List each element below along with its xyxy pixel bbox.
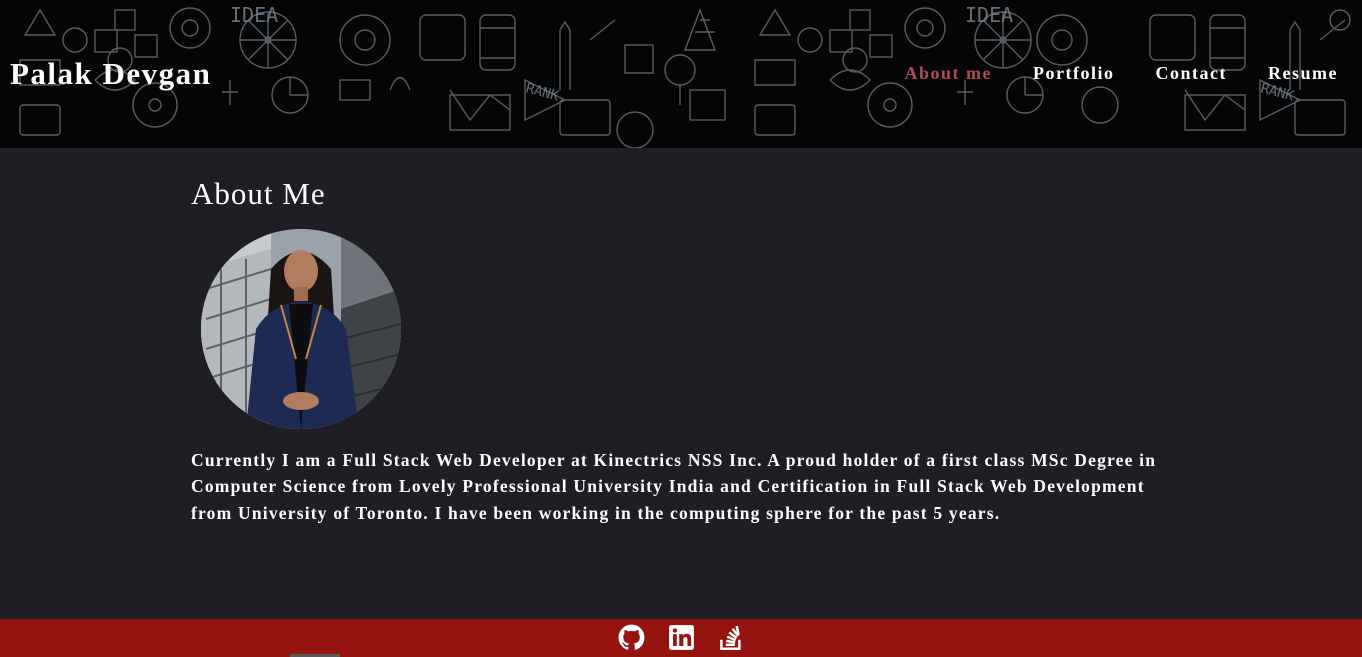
site-brand[interactable]: Palak Devgan (10, 54, 211, 94)
doodle-word: RANK (524, 80, 561, 104)
nav-portfolio[interactable]: Portfolio (1033, 62, 1114, 84)
profile-photo (201, 229, 401, 429)
social-links (618, 624, 745, 651)
doodle-word: IDEA (230, 3, 278, 27)
page-title: About Me (191, 176, 326, 211)
github-icon[interactable] (618, 624, 645, 651)
linkedin-icon[interactable] (668, 624, 695, 651)
stack-overflow-icon[interactable] (718, 624, 745, 651)
main-nav: About me Portfolio Contact Resume (864, 62, 1338, 84)
site-footer (0, 619, 1362, 657)
bio-paragraph: Currently I am a Full Stack Web Develope… (191, 450, 1157, 523)
nav-about-me[interactable]: About me (905, 62, 993, 84)
site-header: IDEA RANK IDEA RANK Palak Devgan About m… (0, 0, 1362, 148)
doodle-word: IDEA (965, 3, 1013, 27)
nav-contact[interactable]: Contact (1156, 62, 1228, 84)
nav-resume[interactable]: Resume (1268, 62, 1338, 84)
